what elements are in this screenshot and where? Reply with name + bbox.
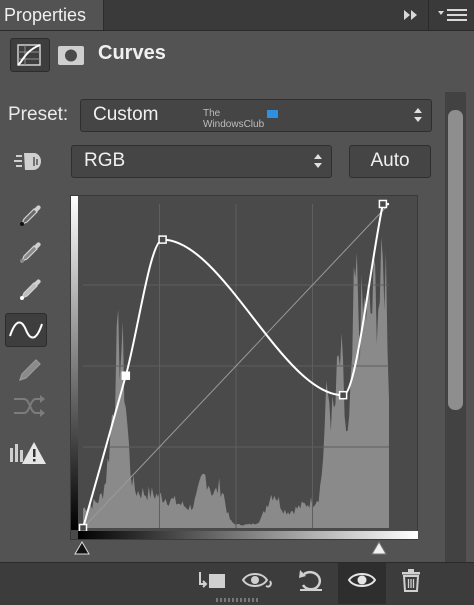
white-point-eyedropper-icon[interactable]	[10, 270, 50, 304]
output-gradient-bar	[71, 196, 78, 530]
scrollbar-thumb[interactable]	[448, 110, 463, 410]
curve-control-point[interactable]	[121, 371, 131, 380]
select-arrows-icon	[413, 105, 423, 125]
gray-point-eyedropper-icon[interactable]	[10, 233, 50, 267]
curve-control-point[interactable]	[338, 390, 348, 400]
on-image-adjust-icon[interactable]	[10, 144, 50, 178]
watermark-logo: The WindowsClub	[203, 108, 278, 130]
curve-control-point[interactable]	[158, 235, 167, 244]
black-point-slider[interactable]	[74, 541, 90, 555]
select-arrows-icon	[313, 151, 323, 171]
tab-properties[interactable]: Properties	[0, 0, 104, 30]
panel-menu-icon[interactable]	[436, 0, 470, 30]
curves-adjustment-icon[interactable]	[10, 38, 50, 72]
pencil-draw-icon[interactable]	[10, 352, 50, 386]
trash-icon[interactable]	[394, 566, 428, 594]
tab-divider	[428, 0, 429, 30]
input-gradient-bar	[78, 531, 418, 539]
auto-button[interactable]: Auto	[349, 145, 431, 178]
view-previous-state-icon[interactable]	[240, 566, 274, 594]
smooth-curve-icon[interactable]	[10, 389, 50, 423]
preset-label: Preset:	[8, 104, 69, 125]
channel-select[interactable]: RGB	[71, 145, 332, 178]
watermark-line2: WindowsClub	[203, 119, 265, 130]
black-point-eyedropper-icon[interactable]	[10, 196, 50, 230]
clip-to-layer-icon[interactable]	[196, 566, 230, 594]
watermark-logo-icon	[267, 110, 278, 118]
preset-value: Custom	[93, 104, 159, 125]
visibility-eye-icon[interactable]	[345, 566, 379, 594]
curves-graph[interactable]	[70, 195, 418, 540]
forward-double-arrow-icon[interactable]	[400, 0, 422, 30]
channel-value: RGB	[84, 150, 126, 171]
watermark-line1: The	[203, 108, 221, 119]
reset-icon[interactable]	[294, 566, 328, 594]
curve-control-point[interactable]	[378, 199, 388, 209]
layer-mask-icon[interactable]	[55, 40, 87, 70]
adjustment-title: Curves	[98, 42, 166, 64]
curves-graph-canvas[interactable]	[71, 196, 417, 539]
resize-grip[interactable]	[216, 598, 258, 602]
curve-points-icon[interactable]	[5, 313, 47, 347]
clipping-warning-icon[interactable]	[8, 436, 48, 470]
white-point-slider[interactable]	[370, 541, 387, 555]
